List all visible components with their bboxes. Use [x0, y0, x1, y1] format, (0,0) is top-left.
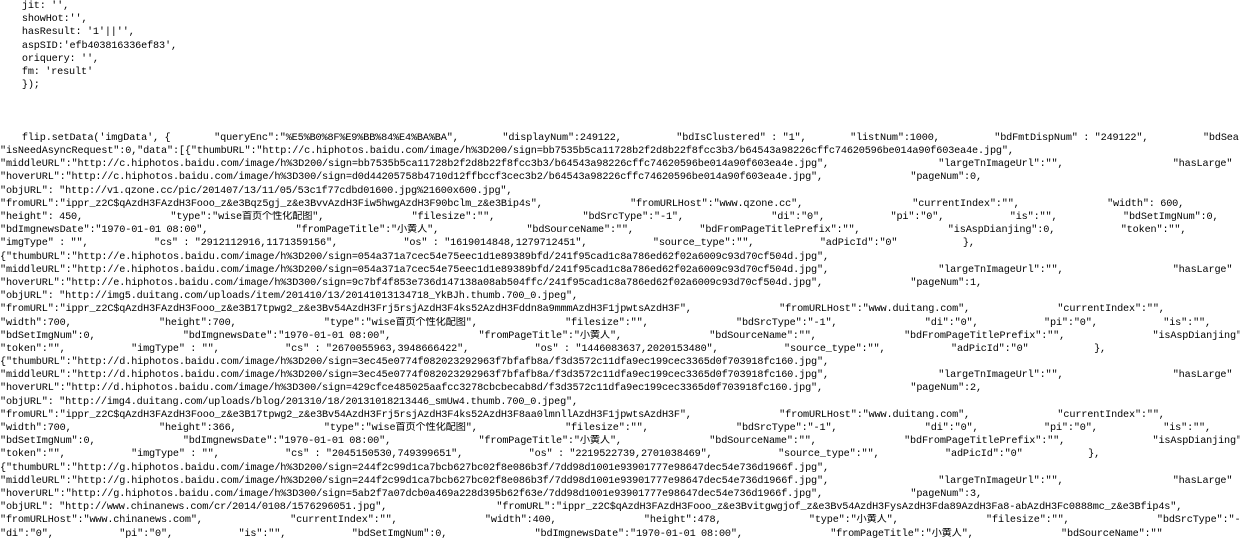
source-code-view: jit: '', showHot:'', hasResult: '1'||'',… — [0, 0, 1240, 541]
source-line: "width":700, "height":366, "type":"wise首… — [0, 423, 1211, 434]
source-line: "fromURL":"ippr_z2C$qAzdH3FAzdH3Fooo_z&e… — [0, 198, 1185, 210]
source-line: "isNeedAsyncRequest":0,"data":[{"thumbUR… — [0, 146, 1014, 158]
source-line: fm: 'result' — [0, 66, 93, 78]
source-line: "hoverURL":"http://g.hiphotos.baidu.com/… — [0, 488, 982, 500]
source-line: "bdSetImgNum":0, "bdImgnewsDate":"1970-0… — [0, 330, 1240, 342]
source-line: "token":"", "imgType" : "", "cs" : "2670… — [0, 343, 1106, 355]
source-line: {"thumbURL":"http://d.hiphotos.baidu.com… — [0, 357, 829, 369]
source-line: "imgType" : "", "cs" : "2912112916,11713… — [0, 238, 975, 250]
source-line: }); — [0, 80, 40, 92]
source-line: {"thumbURL":"http://e.hiphotos.baidu.com… — [0, 251, 829, 263]
source-line: "hoverURL":"http://e.hiphotos.baidu.com/… — [0, 277, 982, 289]
source-line: "middleURL":"http://d.hiphotos.baidu.com… — [0, 370, 1240, 382]
source-line: "fromURL":"ippr_z2C$qAzdH3FAzdH3Fooo_z&e… — [0, 409, 1165, 421]
source-line: "fromURLHost":"www.chinanews.com", "curr… — [0, 515, 1240, 527]
source-line: "fromURL":"ippr_z2C$qAzdH3FAzdH3Fooo_z&e… — [0, 304, 1165, 316]
source-line: "bdImgnewsDate":"1970-01-01 08:00", "fro… — [0, 225, 1187, 237]
source-line: {"thumbURL":"http://g.hiphotos.baidu.com… — [0, 462, 829, 474]
source-line: jit: '', — [0, 1, 70, 12]
source-line: "width":700, "height":700, "type":"wise首… — [0, 317, 1211, 329]
source-line: "objURL": "http://img5.duitang.com/uploa… — [0, 291, 578, 303]
source-line: "height": 450, "type":"wise首页个性化配图", "fi… — [0, 212, 1219, 223]
source-line: "bdSetImgNum":0, "bdImgnewsDate":"1970-0… — [0, 436, 1240, 448]
source-line: "hoverURL":"http://d.hiphotos.baidu.com/… — [0, 383, 982, 395]
source-line: "objURL": "http://img4.duitang.com/uploa… — [0, 396, 578, 408]
source-line: "hoverURL":"http://c.hiphotos.baidu.com/… — [0, 172, 982, 184]
source-line: "middleURL":"http://g.hiphotos.baidu.com… — [0, 475, 1240, 487]
source-line: "token":"", "imgType" : "", "cs" : "2045… — [0, 449, 1101, 461]
source-line: "objURL": "http://www.chinanews.com/cr/2… — [0, 502, 1183, 514]
source-line: "objURL": "http://v1.qzone.cc/pic/201407… — [0, 185, 513, 197]
source-line: hasResult: '1'||'', — [0, 27, 135, 39]
source-line: oriquery: '', — [0, 53, 99, 65]
source-line: flip.setData('imgData', { "queryEnc":"%E… — [0, 132, 1240, 144]
source-line: "di":"0", "pi":"0", "is":"", "bdSetImgNu… — [0, 528, 1163, 540]
source-line: aspSID:'efb403816336ef83', — [0, 40, 177, 52]
source-line: "middleURL":"http://c.hiphotos.baidu.com… — [0, 159, 1240, 171]
source-line: "middleURL":"http://e.hiphotos.baidu.com… — [0, 264, 1240, 276]
source-line: showHot:'', — [0, 14, 88, 26]
